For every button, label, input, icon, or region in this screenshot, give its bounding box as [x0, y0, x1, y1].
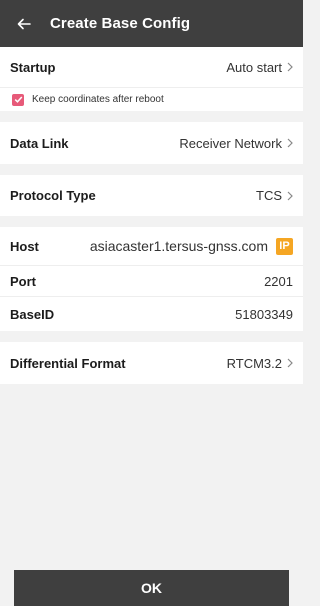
keep-coordinates-row[interactable]: Keep coordinates after reboot — [0, 88, 303, 111]
protocol-type-row[interactable]: Protocol Type TCS — [0, 175, 303, 216]
host-row: Host asiacaster1.tersus-gnss.com IP — [0, 227, 303, 265]
data-link-value-group: Receiver Network — [179, 136, 293, 151]
protocol-type-value: TCS — [256, 188, 282, 203]
base-id-input[interactable]: 51803349 — [235, 307, 293, 322]
host-value-group: asiacaster1.tersus-gnss.com IP — [90, 237, 293, 255]
chevron-right-icon — [287, 62, 293, 72]
check-icon — [14, 96, 22, 103]
back-button[interactable] — [12, 12, 36, 36]
host-label: Host — [10, 238, 39, 254]
chevron-right-icon — [287, 358, 293, 368]
protocol-type-label: Protocol Type — [10, 188, 96, 203]
page-title: Create Base Config — [50, 15, 191, 32]
data-link-row[interactable]: Data Link Receiver Network — [0, 122, 303, 164]
base-id-row: BaseID 51803349 — [0, 297, 303, 331]
keep-coordinates-checkbox[interactable] — [12, 93, 24, 106]
data-link-value: Receiver Network — [179, 135, 282, 151]
arrow-left-icon — [17, 18, 31, 29]
port-row: Port 2201 — [0, 266, 303, 296]
protocol-value-group: TCS — [256, 188, 293, 203]
startup-value: Auto start — [226, 59, 282, 75]
startup-label: Startup — [10, 59, 56, 75]
ok-button[interactable]: OK — [14, 570, 289, 606]
differential-format-row[interactable]: Differential Format RTCM3.2 — [0, 342, 303, 384]
ip-badge-button[interactable]: IP — [276, 237, 293, 255]
chevron-right-icon — [287, 191, 293, 201]
port-label: Port — [10, 273, 36, 289]
base-id-label: BaseID — [10, 306, 55, 322]
port-input[interactable]: 2201 — [264, 274, 293, 289]
data-link-label: Data Link — [10, 135, 69, 151]
differential-format-value-group: RTCM3.2 — [227, 356, 293, 371]
chevron-right-icon — [287, 138, 293, 148]
startup-value-group: Auto start — [226, 60, 293, 75]
differential-format-label: Differential Format — [10, 355, 126, 371]
host-input[interactable]: asiacaster1.tersus-gnss.com — [90, 238, 268, 254]
differential-format-value: RTCM3.2 — [226, 355, 282, 371]
keep-coordinates-label: Keep coordinates after reboot — [32, 94, 164, 105]
top-app-bar: Create Base Config — [0, 0, 303, 47]
startup-row[interactable]: Startup Auto start — [0, 47, 303, 87]
